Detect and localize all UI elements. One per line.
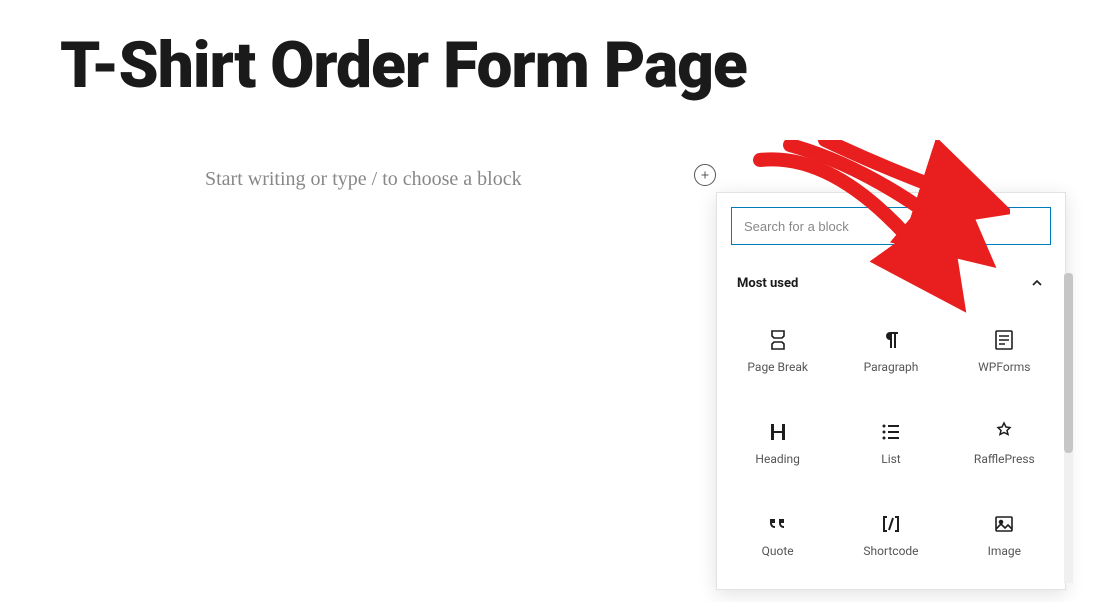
block-list[interactable]: List xyxy=(834,397,947,489)
block-label: Heading xyxy=(755,452,800,466)
list-icon xyxy=(879,420,903,444)
block-page-break[interactable]: Page Break xyxy=(721,305,834,397)
scrollbar[interactable] xyxy=(1064,273,1073,583)
block-paragraph[interactable]: Paragraph xyxy=(834,305,947,397)
paragraph-placeholder[interactable]: Start writing or type / to choose a bloc… xyxy=(205,168,522,191)
block-inserter-panel: Most used Page Break Paragraph xyxy=(716,192,1066,590)
block-label: List xyxy=(881,452,901,466)
plus-icon xyxy=(699,166,711,185)
block-wpforms[interactable]: WPForms xyxy=(948,305,1061,397)
paragraph-icon xyxy=(879,328,903,352)
block-label: RafflePress xyxy=(974,452,1035,466)
block-label: Page Break xyxy=(747,360,808,374)
block-label: Paragraph xyxy=(864,360,919,374)
block-shortcode[interactable]: Shortcode xyxy=(834,489,947,581)
quote-icon xyxy=(766,512,790,536)
page-title[interactable]: T-Shirt Order Form Page xyxy=(60,28,747,103)
section-title: Most used xyxy=(737,276,798,291)
block-label: Shortcode xyxy=(863,544,918,558)
block-grid: Page Break Paragraph WPForms xyxy=(717,305,1065,581)
block-search-input[interactable] xyxy=(731,207,1051,245)
block-image[interactable]: Image xyxy=(948,489,1061,581)
rafflepress-icon xyxy=(992,420,1016,444)
add-block-button[interactable] xyxy=(694,164,716,186)
block-label: Quote xyxy=(762,544,794,558)
block-heading[interactable]: Heading xyxy=(721,397,834,489)
scroll-thumb[interactable] xyxy=(1064,273,1073,453)
page-break-icon xyxy=(766,328,790,352)
chevron-up-icon xyxy=(1029,275,1045,291)
image-icon xyxy=(992,512,1016,536)
section-most-used-header[interactable]: Most used xyxy=(717,257,1065,305)
block-label: WPForms xyxy=(978,360,1030,374)
block-quote[interactable]: Quote xyxy=(721,489,834,581)
block-label: Image xyxy=(988,544,1021,558)
block-rafflepress[interactable]: RafflePress xyxy=(948,397,1061,489)
shortcode-icon xyxy=(879,512,903,536)
heading-icon xyxy=(766,420,790,444)
wpforms-icon xyxy=(992,328,1016,352)
